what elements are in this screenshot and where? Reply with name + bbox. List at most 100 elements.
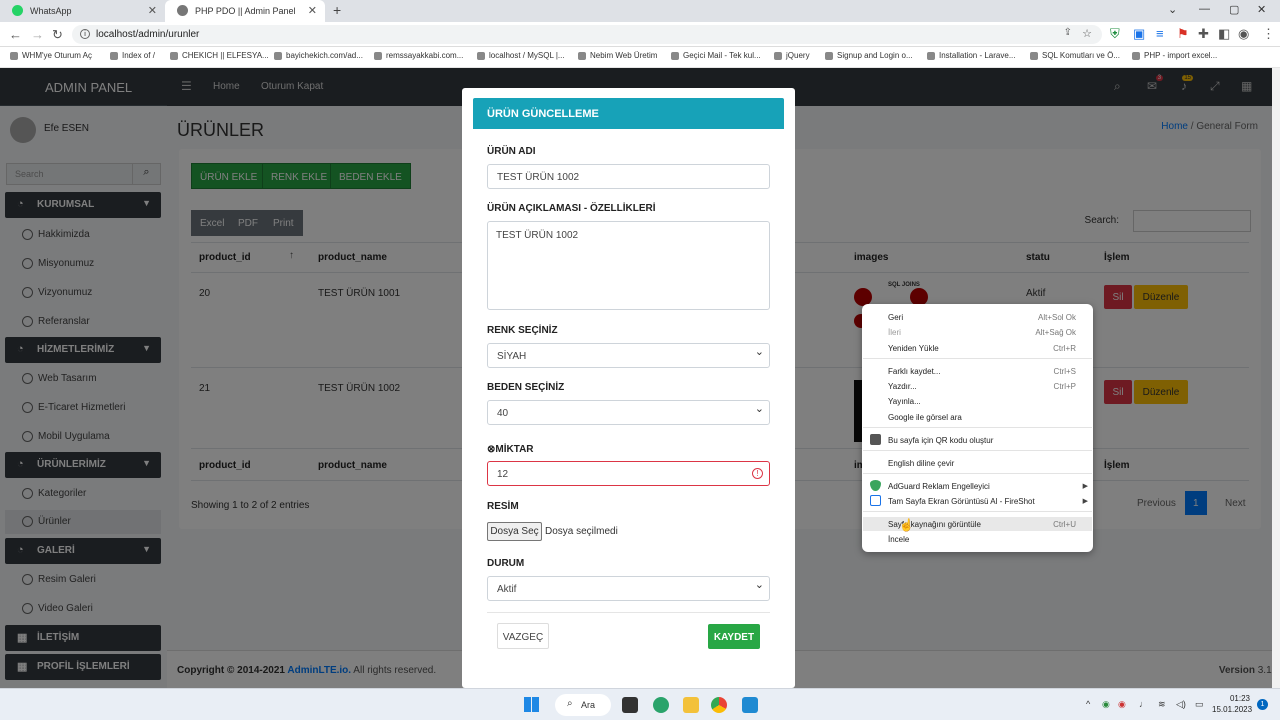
adguard-icon bbox=[870, 480, 881, 491]
product-update-modal: ÜRÜN GÜNCELLEME ÜRÜN ADI TEST ÜRÜN 1002 … bbox=[462, 88, 795, 688]
clock-date: 15.01.2023 bbox=[1212, 705, 1253, 714]
php-icon bbox=[177, 5, 188, 16]
bookmark-item[interactable]: CHEKICH || ELFESYA... bbox=[170, 51, 269, 60]
menu-item-adguard[interactable]: AdGuard Reklam Engelleyici bbox=[888, 482, 990, 491]
fireshot-icon[interactable]: ≡ bbox=[1156, 26, 1164, 41]
bookmark-item[interactable]: PHP - import excel... bbox=[1132, 51, 1217, 60]
forward-icon[interactable]: → bbox=[31, 27, 44, 42]
modal-divider bbox=[487, 612, 770, 613]
cancel-button[interactable]: VAZGEÇ bbox=[497, 623, 549, 649]
adguard-icon[interactable]: ⛨ bbox=[1110, 26, 1120, 42]
quantity-input[interactable]: 12! bbox=[487, 461, 770, 486]
menu-icon[interactable]: ⋮ bbox=[1262, 26, 1275, 42]
status-select[interactable]: Aktif bbox=[487, 576, 770, 601]
bookmark-item[interactable]: Installation - Larave... bbox=[927, 51, 1015, 60]
menu-item-translate[interactable]: English diline çevir bbox=[888, 459, 954, 468]
tab-whatsapp[interactable]: WhatsApp ✕ bbox=[0, 0, 165, 22]
notification-badge[interactable]: 1 bbox=[1257, 699, 1268, 710]
url-text: localhost/admin/urunler bbox=[96, 29, 200, 40]
share-icon[interactable]: ⇪ bbox=[1064, 27, 1072, 38]
new-tab-button[interactable]: + bbox=[333, 2, 341, 18]
bookmark-item[interactable]: Nebim Web Üretim bbox=[578, 51, 657, 60]
bookmark-item[interactable]: Index of / bbox=[110, 51, 155, 60]
menu-item-google-lens[interactable]: Google ile görsel ara bbox=[888, 413, 962, 422]
microphone-icon[interactable]: ♩ bbox=[1139, 699, 1148, 709]
side-panel-icon[interactable]: ◧ bbox=[1218, 26, 1230, 42]
bookmark-item[interactable]: Geçici Mail - Tek kul... bbox=[671, 51, 761, 60]
wifi-icon[interactable]: ≋ bbox=[1158, 699, 1166, 710]
tab-search-icon[interactable]: ⌄ bbox=[1168, 3, 1177, 16]
bookmark-item[interactable]: Signup and Login o... bbox=[825, 51, 913, 60]
chevron-right-icon: ▶ bbox=[1082, 498, 1088, 505]
clock[interactable]: 01:23 15.01.2023 bbox=[1212, 693, 1253, 715]
chevron-right-icon: ▶ bbox=[1082, 483, 1088, 490]
shortcut: Ctrl+P bbox=[1053, 382, 1076, 391]
show-hidden-icons[interactable]: ^ bbox=[1086, 699, 1090, 709]
menu-item-reload[interactable]: Yeniden Yükle bbox=[888, 344, 939, 353]
tab-admin-panel[interactable]: PHP PDO || Admin Panel ✕ bbox=[165, 0, 325, 22]
menu-item-forward[interactable]: İleri bbox=[888, 328, 901, 337]
fireshot-icon bbox=[870, 495, 881, 506]
volume-icon[interactable]: ◁) bbox=[1176, 699, 1186, 710]
tab-title: PHP PDO || Admin Panel bbox=[195, 6, 296, 16]
bookmark-item[interactable]: remssayakkabi.com... bbox=[374, 51, 463, 60]
status-label: DURUM bbox=[487, 558, 525, 569]
taskbar-search[interactable]: Ara bbox=[555, 694, 611, 716]
back-icon[interactable]: ← bbox=[9, 27, 22, 42]
qr-code-icon bbox=[870, 434, 881, 445]
bookmark-item[interactable]: SQL Komutları ve Ö... bbox=[1030, 51, 1120, 60]
site-info-icon[interactable]: i bbox=[80, 29, 90, 39]
menu-item-back[interactable]: Geri bbox=[888, 313, 903, 322]
chrome-icon[interactable] bbox=[711, 697, 727, 713]
menu-item-fireshot[interactable]: Tam Sayfa Ekran Görüntüsü Al - FireShot bbox=[888, 497, 1035, 506]
color-select[interactable]: SİYAH bbox=[487, 343, 770, 368]
size-select[interactable]: 40 bbox=[487, 400, 770, 425]
quantity-value: 12 bbox=[497, 469, 509, 480]
menu-item-qr-code[interactable]: Bu sayfa için QR kodu oluştur bbox=[888, 436, 993, 445]
file-choose-button[interactable]: Dosya Seç bbox=[487, 522, 542, 541]
window-close-icon[interactable]: ✕ bbox=[1257, 3, 1266, 16]
reload-icon[interactable]: ↻ bbox=[52, 27, 63, 43]
maximize-icon[interactable]: ▢ bbox=[1229, 3, 1239, 16]
bookmark-item[interactable]: bayichekich.com/ad... bbox=[274, 51, 363, 60]
battery-icon[interactable]: ▭ bbox=[1195, 699, 1204, 710]
extensions-puzzle-icon[interactable]: ✚ bbox=[1198, 26, 1209, 42]
task-view-icon[interactable] bbox=[622, 697, 638, 713]
url-field[interactable]: i localhost/admin/urunler ⇪ ☆ bbox=[72, 25, 1102, 44]
modal-title: ÜRÜN GÜNCELLEME bbox=[473, 98, 784, 129]
close-icon[interactable]: ✕ bbox=[148, 4, 157, 17]
menu-item-cast[interactable]: Yayınla... bbox=[888, 397, 921, 406]
tab-title: WhatsApp bbox=[30, 6, 72, 16]
shortcut: Ctrl+R bbox=[1053, 344, 1076, 353]
bookmarks-bar: WHM'ye Oturum Aç Index of / CHEKICH || E… bbox=[0, 47, 1280, 68]
description-textarea[interactable]: TEST ÜRÜN 1002 bbox=[487, 221, 770, 310]
bookmark-star-icon[interactable]: ☆ bbox=[1082, 27, 1092, 40]
close-icon[interactable]: ✕ bbox=[308, 4, 317, 17]
quantity-label: ⊗MİKTAR bbox=[487, 444, 534, 455]
shortcut: Alt+Sol Ok bbox=[1037, 313, 1076, 322]
profile-icon[interactable]: ◉ bbox=[1238, 26, 1249, 42]
product-name-input[interactable]: TEST ÜRÜN 1002 bbox=[487, 164, 770, 189]
extension-icon[interactable]: ⚑ bbox=[1177, 26, 1189, 42]
windows-start-icon[interactable] bbox=[524, 697, 539, 712]
menu-item-inspect[interactable]: İncele bbox=[888, 535, 909, 544]
context-menu: Geri Alt+Sol Ok İleri Alt+Sağ Ok Yeniden… bbox=[862, 304, 1093, 552]
menu-item-save-as[interactable]: Farklı kaydet... bbox=[888, 367, 940, 376]
bookmark-item[interactable]: localhost / MySQL |... bbox=[477, 51, 565, 60]
taskbar: Ara ^ ◉ ◉ ♩ ≋ ◁) ▭ 01:23 15.01.2023 1 bbox=[0, 688, 1280, 720]
page-scrollbar[interactable] bbox=[1272, 68, 1280, 688]
tray-app-icon[interactable]: ◉ bbox=[1118, 699, 1126, 710]
clock-time: 01:23 bbox=[1229, 694, 1250, 703]
menu-item-print[interactable]: Yazdır... bbox=[888, 382, 917, 391]
edge-icon[interactable] bbox=[653, 697, 669, 713]
quantity-label-text: MİKTAR bbox=[495, 444, 534, 455]
tray-app-icon[interactable]: ◉ bbox=[1102, 699, 1110, 710]
save-button[interactable]: KAYDET bbox=[708, 624, 760, 649]
file-explorer-icon[interactable] bbox=[683, 697, 699, 713]
vscode-icon[interactable] bbox=[742, 697, 758, 713]
bookmark-item[interactable]: jQuery bbox=[774, 51, 810, 60]
translate-icon[interactable]: ▣ bbox=[1133, 26, 1145, 42]
bookmark-item[interactable]: WHM'ye Oturum Aç bbox=[10, 51, 92, 60]
minimize-icon[interactable]: — bbox=[1199, 3, 1210, 15]
name-label: ÜRÜN ADI bbox=[487, 146, 536, 157]
